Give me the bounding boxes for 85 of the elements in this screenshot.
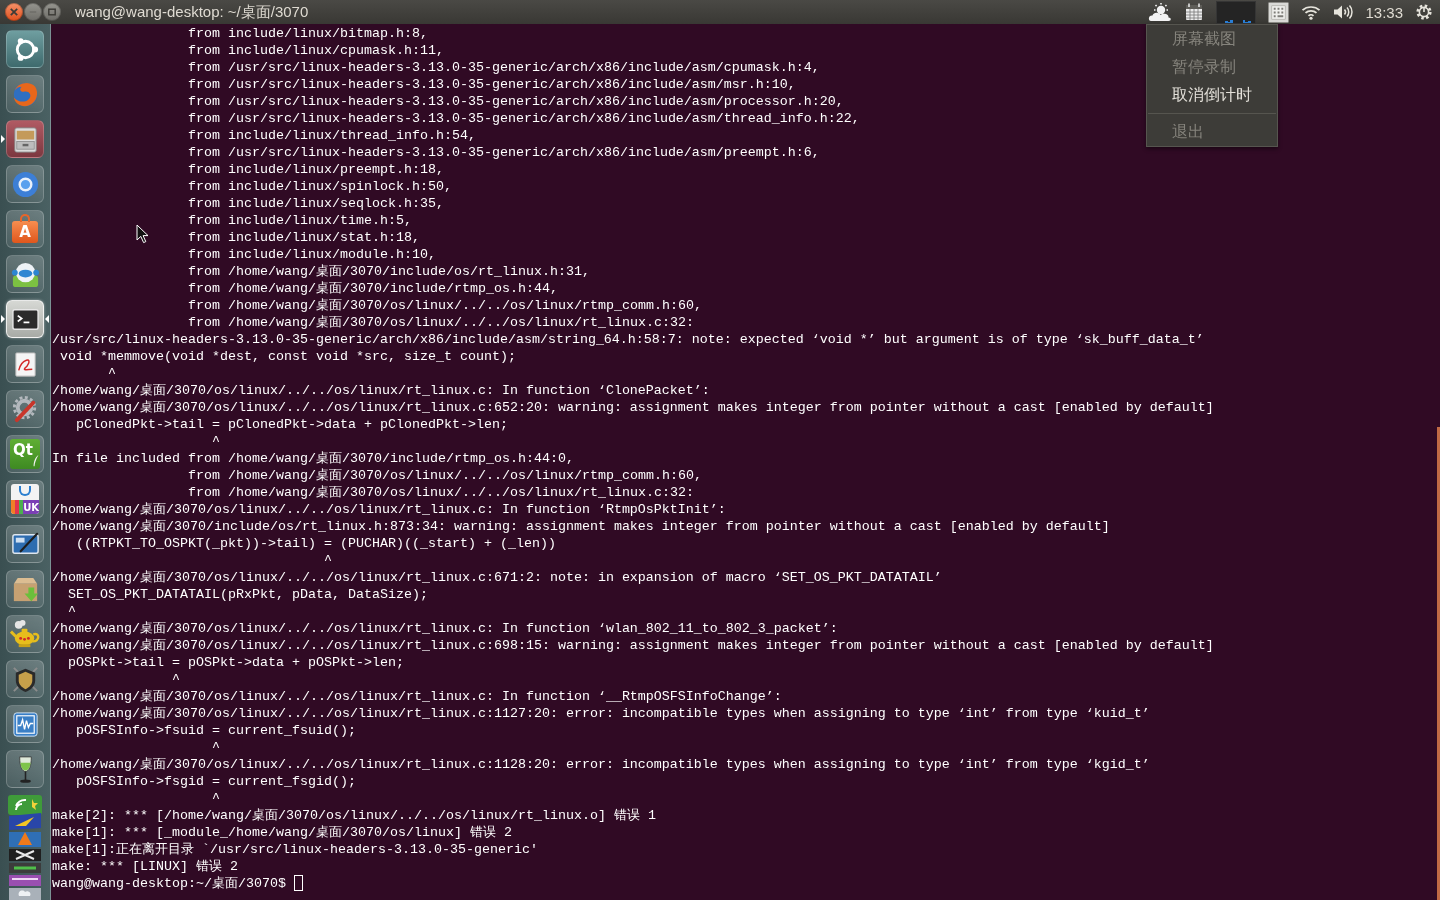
launcher-button[interactable] xyxy=(6,30,44,68)
terminal-line: from /usr/src/linux-headers-3.13.0-35-generic/arch/x86/include/asm/processor.h:20, xyxy=(188,93,844,110)
clock[interactable]: 13:33 xyxy=(1365,3,1403,21)
terminal-line: /home/wang/桌面/3070/os/linux/../../os/linux/rt_linux.c:698:15: warning: assignment makes integer from pointer without a cast [enabled by default] xyxy=(52,637,1214,654)
terminal-line: from include/linux/spinlock.h:50, xyxy=(188,178,452,195)
terminal-line: pOSFSInfo->fsuid = current_fsuid(); xyxy=(76,722,356,739)
terminal-line: from /home/wang/桌面/3070/os/linux/../../os/linux/rt_linux.c:32: xyxy=(188,314,694,331)
calendar-icon[interactable] xyxy=(1184,2,1205,22)
launcher-button[interactable]: A xyxy=(6,210,44,248)
stacked-tiles-icon[interactable] xyxy=(6,795,44,900)
terminal-line: /home/wang/桌面/3070/os/linux/../../os/linux/rt_linux.c:1128:20: error: incompatible types when assigning to type ‘int’ from type ‘kgid_t’ xyxy=(52,756,1150,773)
terminal-line: /home/wang/桌面/3070/os/linux/../../os/linux/rt_linux.c:1127:20: error: incompatible types when assigning to type ‘int’ from type ‘kuid_t’ xyxy=(52,705,1150,722)
menu-item[interactable]: 取消倒计时 xyxy=(1147,81,1277,109)
terminal-line: ^ xyxy=(323,552,332,569)
terminal-line: SET_OS_PKT_DATATAIL(pRxPkt, pData, DataSize); xyxy=(68,586,428,603)
terminal-line: /home/wang/桌面/3070/os/linux/../../os/linux/rt_linux.c:652:20: warning: assignment makes integer from pointer without a cast [enabled by default] xyxy=(52,399,1214,416)
mouse-pointer-icon xyxy=(136,224,149,244)
terminal-line: ^ xyxy=(211,433,220,450)
launcher-button[interactable] xyxy=(6,705,44,743)
wifi-icon[interactable] xyxy=(1301,4,1322,20)
block-cursor-icon xyxy=(293,875,303,891)
terminal-line: make[2]: *** [/home/wang/桌面/3070/os/linux/../../os/linux/rt_linux.o] 错误 1 xyxy=(52,807,656,824)
minimize-button[interactable] xyxy=(24,3,42,21)
terminal-line: /home/wang/桌面/3070/os/linux/../../os/linux/rt_linux.c: In function ‘__RtmpOSFSInfoChange’: xyxy=(52,688,782,705)
maximize-button[interactable] xyxy=(43,3,61,21)
terminal-line: from /home/wang/桌面/3070/os/linux/../../os/linux/rtmp_comm.h:60, xyxy=(188,467,702,484)
terminal-line: from /usr/src/linux-headers-3.13.0-35-generic/arch/x86/include/asm/preempt.h:6, xyxy=(188,144,820,161)
close-button[interactable] xyxy=(5,3,23,21)
volume-icon[interactable] xyxy=(1333,4,1354,20)
terminal-line: from include/linux/time.h:5, xyxy=(188,212,412,229)
terminal-line: ^ xyxy=(211,739,220,756)
gear-icon[interactable] xyxy=(1415,3,1433,21)
keypad-icon[interactable] xyxy=(1268,1,1290,23)
terminal-line: In file included from /home/wang/桌面/3070/include/rtmp_os.h:44:0, xyxy=(52,450,574,467)
cloud-sun-icon[interactable] xyxy=(1148,2,1173,22)
terminal-line: ^ xyxy=(108,365,116,382)
terminal-line: from /home/wang/桌面/3070/include/os/rt_linux.h:31, xyxy=(188,263,590,280)
terminal-line: from include/linux/bitmap.h:8, xyxy=(188,25,428,42)
terminal-line: from /usr/src/linux-headers-3.13.0-35-generic/arch/x86/include/asm/thread_info.h:22, xyxy=(188,110,860,127)
terminal-line: from /usr/src/linux-headers-3.13.0-35-generic/arch/x86/include/asm/cpumask.h:4, xyxy=(188,59,820,76)
launcher-button[interactable]: Qt xyxy=(6,435,44,473)
terminal-line: from include/linux/cpumask.h:11, xyxy=(188,42,444,59)
maximize-icon xyxy=(48,8,56,16)
load-graph-icon[interactable] xyxy=(1216,0,1257,24)
launcher-button[interactable] xyxy=(6,120,44,158)
terminal-line: from /usr/src/linux-headers-3.13.0-35-generic/arch/x86/include/asm/msr.h:10, xyxy=(188,76,796,93)
teapot-icon xyxy=(9,618,41,650)
terminal-line: pOSPkt->tail = pOSPkt->data + pOSPkt->len; xyxy=(68,654,404,671)
scrollbar-thumb[interactable] xyxy=(1437,426,1440,900)
terminal-line: /home/wang/桌面/3070/os/linux/../../os/linux/rt_linux.c: In function ‘RtmpOsPktInit’: xyxy=(52,501,726,518)
launcher-button[interactable] xyxy=(6,165,44,203)
terminal-line: ^ xyxy=(211,790,220,807)
terminal-line: /home/wang/桌面/3070/os/linux/../../os/linux/rt_linux.c: In function ‘wlan_802_11_to_802_3_packet’: xyxy=(52,620,838,637)
terminal-line: ^ xyxy=(172,671,180,688)
launcher-button[interactable] xyxy=(6,750,44,788)
terminal-line: make[1]:正在离开目录 `/usr/src/linux-headers-3.13.0-35-generic' xyxy=(52,841,538,858)
launcher-button[interactable] xyxy=(6,345,44,383)
terminal-line: from include/linux/thread_info.h:54, xyxy=(188,127,476,144)
terminal-line: void *memmove(void *dest, const void *src, size_t count); xyxy=(60,348,516,365)
terminal-line: /home/wang/桌面/3070/os/linux/../../os/linux/rt_linux.c: In function ‘ClonePacket’: xyxy=(52,382,710,399)
terminal-line: ^ xyxy=(68,603,76,620)
feather-icon xyxy=(32,455,39,467)
launcher-button[interactable]: UK xyxy=(6,480,44,518)
close-icon xyxy=(10,8,18,16)
launcher-button[interactable] xyxy=(6,525,44,563)
launcher-button[interactable] xyxy=(6,300,44,338)
terminal-line: make[1]: *** [_module_/home/wang/桌面/3070/os/linux] 错误 2 xyxy=(52,824,512,841)
terminal-line: pClonedPkt->tail = pClonedPkt->data + pClonedPkt->len; xyxy=(76,416,508,433)
terminal-line: from /home/wang/桌面/3070/os/linux/../../os/linux/rtmp_comm.h:60, xyxy=(188,297,702,314)
terminal-line: /home/wang/桌面/3070/include/os/rt_linux.h:873:34: warning: assignment makes integer from pointer without a cast [enabled by default] xyxy=(52,518,1110,535)
launcher-button[interactable] xyxy=(6,255,44,293)
terminal-line: from include/linux/seqlock.h:35, xyxy=(188,195,444,212)
terminal-line: pOSFSInfo->fsgid = current_fsgid(); xyxy=(76,773,356,790)
terminal-prompt: wang@wang-desktop:~/桌面/3070$ xyxy=(52,875,286,892)
terminal-line: from /home/wang/桌面/3070/include/rtmp_os.h:44, xyxy=(188,280,558,297)
terminal-line: from include/linux/preempt.h:18, xyxy=(188,161,444,178)
terminal-line: make: *** [LINUX] 错误 2 xyxy=(52,858,238,875)
terminal-line: /home/wang/桌面/3070/os/linux/../../os/linux/rt_linux.c:671:2: note: in expansion of macro ‘SET_OS_PKT_DATATAIL’ xyxy=(52,569,942,586)
terminal-line: from /home/wang/桌面/3070/os/linux/../../os/linux/rt_linux.c:32: xyxy=(188,484,694,501)
launcher-button[interactable] xyxy=(6,660,44,698)
terminal-line: from include/linux/stat.h:18, xyxy=(188,229,420,246)
terminal-line: /usr/src/linux-headers-3.13.0-35-generic/arch/x86/include/asm/string_64.h:58:7: note: expected ‘void *’ but argument is of type ‘sk_buff_data_t’ xyxy=(52,331,1204,348)
terminal-line: from include/linux/module.h:10, xyxy=(188,246,436,263)
window-title: wang@wang-desktop: ~/桌面/3070 xyxy=(75,2,309,22)
terminal-line: ((RTPKT_TO_OSPKT(_pkt))->tail) = (PUCHAR)((_start) + (_len)) xyxy=(76,535,556,552)
